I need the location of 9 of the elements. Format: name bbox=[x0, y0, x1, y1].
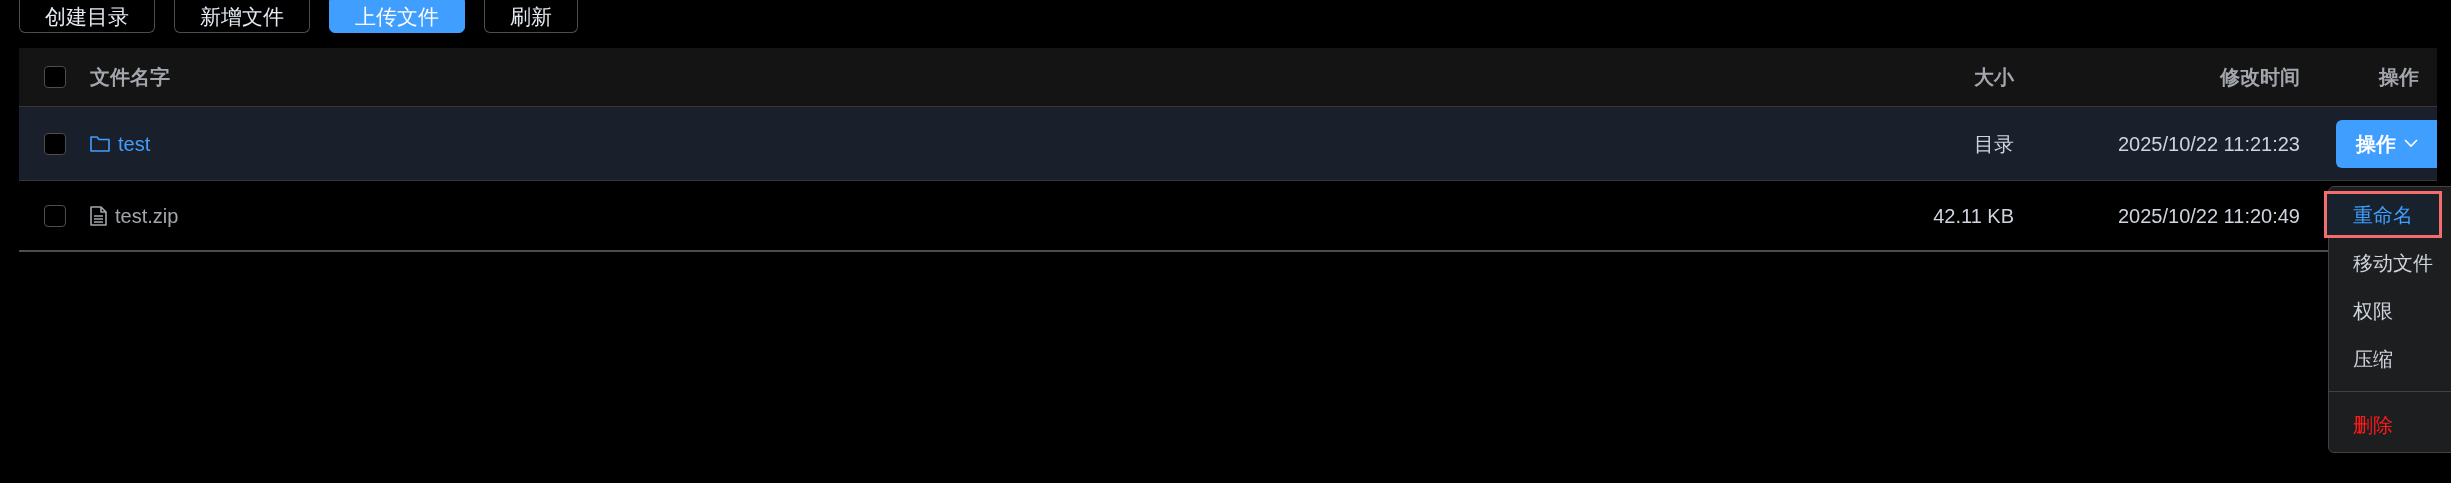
table-cell-text: 2025/10/22 11:21:23 bbox=[2116, 131, 2300, 157]
column-header: 文件名字 bbox=[90, 65, 171, 90]
table-cell-text: 目录 bbox=[1973, 131, 2014, 157]
file-name: test.zip bbox=[115, 203, 179, 229]
column-header: 大小 bbox=[1973, 65, 2014, 90]
column-header: 修改时间 bbox=[2219, 65, 2300, 90]
table-cell-text: 42.11 KB bbox=[1932, 203, 2014, 229]
column-header: 操作 bbox=[2377, 65, 2420, 90]
table-cell-text: 2025/10/22 11:20:49 bbox=[2116, 203, 2300, 229]
